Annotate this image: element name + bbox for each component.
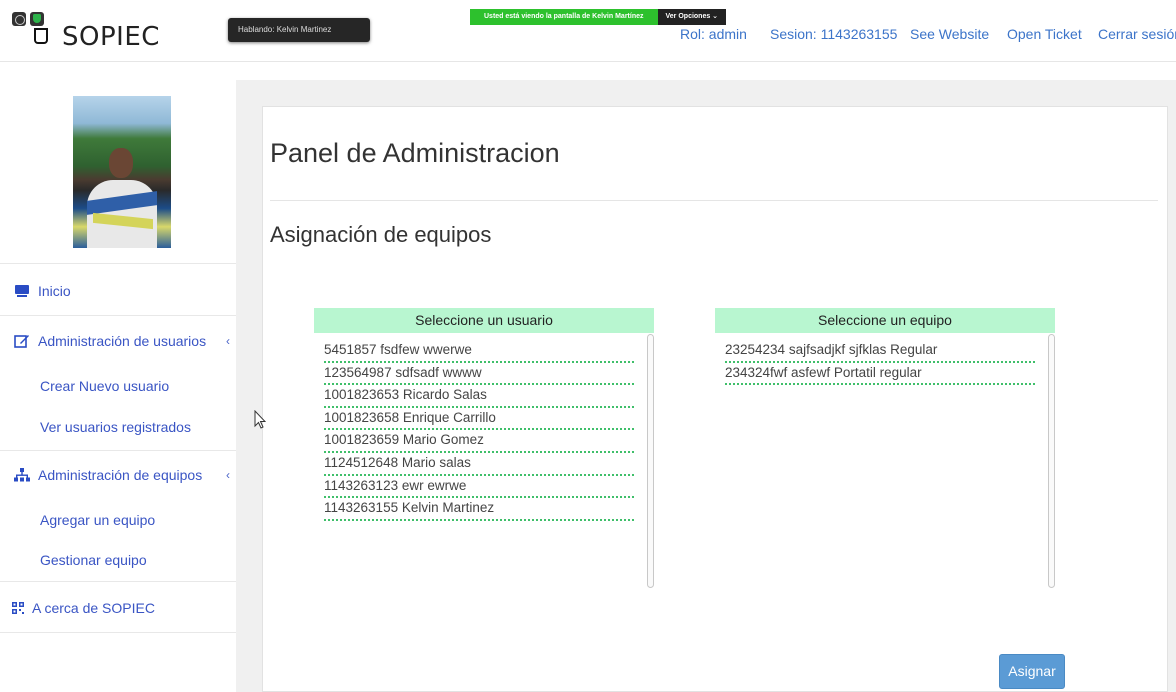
chevron-left-icon: ‹ <box>226 468 230 482</box>
section-title: Asignación de equipos <box>270 222 492 247</box>
equipment-panel-header: Seleccione un equipo <box>715 308 1055 333</box>
list-item[interactable]: 1143263155 Kelvin Martinez <box>324 498 634 521</box>
monitor-icon <box>14 284 30 298</box>
users-list[interactable]: 5451857 fsdfew wwerwe 123564987 sdfsadf … <box>324 340 634 521</box>
users-panel-header: Seleccione un usuario <box>314 308 654 333</box>
sidebar-item-ver-usuarios[interactable]: Ver usuarios registrados <box>40 419 191 435</box>
sitemap-icon <box>14 468 30 482</box>
top-bar: SOPIEC Hablando: Kelvin Martinez Usted e… <box>0 0 1176 62</box>
list-item[interactable]: 1001823653 Ricardo Salas <box>324 385 634 408</box>
equipment-scrollbar[interactable] <box>1048 334 1055 588</box>
sidebar-item-label: Administración de usuarios <box>38 333 207 349</box>
divider <box>0 315 236 316</box>
top-nav: Rol: admin Sesion: 1143263155 See Websit… <box>0 26 1176 46</box>
list-item[interactable]: 123564987 sdfsadf wwww <box>324 363 634 386</box>
see-website-link[interactable]: See Website <box>910 26 989 42</box>
chevron-left-icon: ‹ <box>226 334 230 348</box>
list-item[interactable]: 23254234 sajfsadjkf sjfklas Regular <box>725 340 1035 363</box>
users-scrollbar[interactable] <box>647 334 654 588</box>
sidebar-item-label: Inicio <box>38 283 71 299</box>
view-options-button[interactable]: Ver Opciones ⌄ <box>657 9 727 25</box>
page-title: Panel de Administracion <box>270 138 560 168</box>
list-item[interactable]: 234324fwf asfewf Portatil regular <box>725 363 1035 386</box>
sidebar-item-agregar-equipo[interactable]: Agregar un equipo <box>40 512 155 528</box>
logout-link[interactable]: Cerrar sesión <box>1098 26 1176 42</box>
list-item[interactable]: 1001823658 Enrique Carrillo <box>324 408 634 431</box>
screen-share-label: Usted está viendo la pantalla de Kelvin … <box>470 9 658 25</box>
list-item[interactable]: 1124512648 Mario salas <box>324 453 634 476</box>
edit-icon <box>14 334 30 348</box>
divider <box>270 200 1158 201</box>
divider <box>0 450 236 451</box>
sidebar-item-admin-equipos[interactable]: Administración de equipos ‹ <box>0 464 236 486</box>
open-ticket-link[interactable]: Open Ticket <box>1007 26 1082 42</box>
user-avatar <box>73 96 171 248</box>
users-select-panel[interactable]: Seleccione un usuario 5451857 fsdfew wwe… <box>314 308 654 590</box>
assign-button[interactable]: Asignar <box>999 654 1065 689</box>
list-item[interactable]: 5451857 fsdfew wwerwe <box>324 340 634 363</box>
divider <box>0 263 236 264</box>
equipment-list[interactable]: 23254234 sajfsadjkf sjfklas Regular 2343… <box>725 340 1035 386</box>
sidebar-item-label: Administración de equipos <box>38 467 203 483</box>
divider <box>0 632 236 633</box>
sidebar-item-admin-usuarios[interactable]: Administración de usuarios ‹ <box>0 330 236 352</box>
divider <box>0 581 236 582</box>
list-item[interactable]: 1001823659 Mario Gomez <box>324 430 634 453</box>
list-item[interactable]: 1143263123 ewr ewrwe <box>324 476 634 499</box>
qrcode-icon <box>12 601 26 615</box>
screen-share-bar: Usted está viendo la pantalla de Kelvin … <box>470 9 727 25</box>
sidebar-item-acerca[interactable]: A cerca de SOPIEC <box>0 597 236 619</box>
sidebar-item-gestionar-equipo[interactable]: Gestionar equipo <box>40 552 147 568</box>
mouse-cursor-icon <box>254 410 266 429</box>
role-link[interactable]: Rol: admin <box>680 26 747 42</box>
equipment-select-panel[interactable]: Seleccione un equipo 23254234 sajfsadjkf… <box>715 308 1055 590</box>
sidebar-item-inicio[interactable]: Inicio <box>0 280 236 302</box>
sidebar-item-crear-usuario[interactable]: Crear Nuevo usuario <box>40 378 169 394</box>
session-link[interactable]: Sesion: 1143263155 <box>770 26 897 42</box>
sidebar-item-label: A cerca de SOPIEC <box>32 600 155 616</box>
